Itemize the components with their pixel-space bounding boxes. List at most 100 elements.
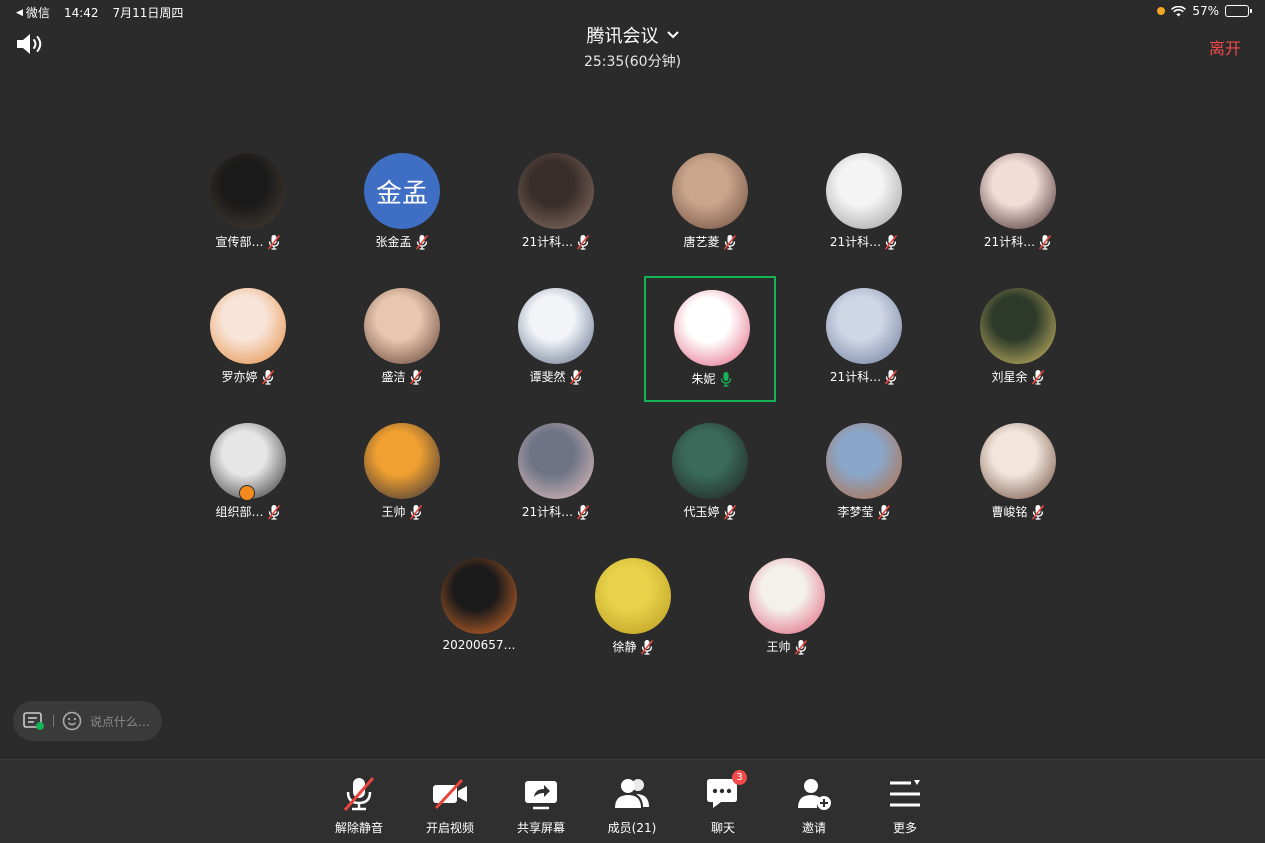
- avatar: [980, 153, 1056, 229]
- avatar: [518, 153, 594, 229]
- meeting-title-dropdown[interactable]: 腾讯会议: [587, 22, 679, 48]
- participant-name: 21计科…: [521, 505, 574, 519]
- participant-name: 刘星余: [991, 370, 1028, 384]
- participant-tile[interactable]: 金孟张金孟: [336, 141, 468, 267]
- participant-name-row: 谭斐然: [490, 368, 622, 385]
- participant-name: 21计科…: [829, 235, 882, 249]
- participant-tile[interactable]: 宣传部…: [182, 141, 314, 267]
- avatar: [441, 558, 517, 634]
- participant-name-row: 宣传部…: [182, 233, 314, 250]
- participant-name: 朱妮: [691, 372, 716, 386]
- more-label: 更多: [892, 821, 917, 835]
- subtitles-icon[interactable]: [23, 711, 45, 731]
- participant-name: 21计科…: [983, 235, 1036, 249]
- participant-tile[interactable]: 代玉婷: [644, 411, 776, 537]
- mic-muted-icon: [1031, 504, 1044, 520]
- participant-name: 21计科…: [829, 370, 882, 384]
- participant-tile[interactable]: 李梦莹: [798, 411, 930, 537]
- divider: [53, 715, 54, 727]
- participant-tile[interactable]: 王帅: [336, 411, 468, 537]
- members-button[interactable]: 成员(21): [592, 774, 672, 836]
- chat-unread-badge: 3: [732, 770, 747, 785]
- invite-button[interactable]: 邀请: [774, 774, 854, 836]
- emoji-icon[interactable]: [62, 711, 82, 731]
- mic-active-icon: [720, 371, 731, 387]
- participant-tile[interactable]: 21计科…: [952, 141, 1084, 267]
- avatar: [980, 288, 1056, 364]
- mic-muted-icon: [409, 504, 422, 520]
- participant-tile[interactable]: 20200657…: [413, 546, 545, 672]
- avatar: [672, 153, 748, 229]
- participant-name-row: 刘星余: [952, 368, 1084, 385]
- participant-name-row: 王帅: [721, 638, 853, 655]
- members-label: 成员(21): [607, 821, 657, 835]
- participant-name-row: 王帅: [336, 503, 468, 520]
- participant-name-row: 曹峻铭: [952, 503, 1084, 520]
- invite-label: 邀请: [801, 821, 826, 835]
- avatar: [364, 288, 440, 364]
- share-screen-button[interactable]: 共享屏幕: [501, 774, 581, 836]
- more-button[interactable]: 更多: [865, 774, 945, 836]
- start-video-label: 开启视频: [425, 821, 474, 835]
- participant-name: 宣传部…: [215, 235, 264, 249]
- participant-tile[interactable]: 21计科…: [798, 276, 930, 402]
- mic-muted-icon: [1039, 234, 1052, 250]
- avatar: [518, 288, 594, 364]
- participant-tile[interactable]: 朱妮: [644, 276, 776, 402]
- avatar: [674, 290, 750, 366]
- mic-muted-icon: [794, 639, 807, 655]
- participant-tile[interactable]: 谭斐然: [490, 276, 622, 402]
- participant-tile[interactable]: 曹峻铭: [952, 411, 1084, 537]
- participant-tile[interactable]: 21计科…: [490, 411, 622, 537]
- unmute-label: 解除静音: [334, 821, 383, 835]
- host-badge-icon: [239, 485, 255, 501]
- mic-muted-icon: [577, 504, 590, 520]
- mic-muted-icon: [640, 639, 653, 655]
- participant-name-row: 盛洁: [336, 368, 468, 385]
- avatar: [826, 153, 902, 229]
- leave-button[interactable]: 离开: [1209, 35, 1241, 59]
- start-video-button[interactable]: 开启视频: [410, 774, 490, 836]
- participant-tile[interactable]: 徐静: [567, 546, 699, 672]
- participant-tile[interactable]: 组织部…: [182, 411, 314, 537]
- participant-name: 盛洁: [381, 370, 406, 384]
- participant-name: 张金孟: [375, 235, 412, 249]
- participant-name-row: 21计科…: [490, 233, 622, 250]
- mic-muted-icon: [415, 234, 428, 250]
- participant-tile[interactable]: 刘星余: [952, 276, 1084, 402]
- chat-placeholder: 说点什么…: [90, 714, 151, 729]
- more-menu-icon: [890, 780, 920, 807]
- chevron-down-icon: [666, 31, 679, 39]
- avatar: [210, 288, 286, 364]
- participant-name-row: 唐艺菱: [644, 233, 776, 250]
- mic-muted-icon: [261, 369, 274, 385]
- participant-tile[interactable]: 罗亦婷: [182, 276, 314, 402]
- mic-muted-icon: [723, 234, 736, 250]
- avatar: [595, 558, 671, 634]
- meeting-window: ◀ 微信 14:42 7月11日周四 57% 腾讯会议 25:35(60分钟) …: [0, 0, 1265, 843]
- participant-name: 谭斐然: [529, 370, 566, 384]
- participant-tile[interactable]: 唐艺菱: [644, 141, 776, 267]
- participant-name-row: 21计科…: [798, 368, 930, 385]
- participant-tile[interactable]: 21计科…: [798, 141, 930, 267]
- participant-tile[interactable]: 21计科…: [490, 141, 622, 267]
- unmute-button[interactable]: 解除静音: [319, 774, 399, 836]
- invite-icon: [798, 779, 831, 810]
- chat-button[interactable]: 3 聊天: [683, 770, 763, 836]
- mic-muted-icon: [1031, 369, 1044, 385]
- chat-quick-input[interactable]: 说点什么…: [13, 701, 162, 741]
- participant-name: 组织部…: [215, 505, 264, 519]
- meeting-title: 腾讯会议: [586, 26, 659, 47]
- participant-name-row: 组织部…: [182, 503, 314, 520]
- mic-muted-icon: [885, 234, 898, 250]
- participant-name: 21计科…: [521, 235, 574, 249]
- avatar: 金孟: [364, 153, 440, 229]
- mic-muted-icon: [267, 504, 280, 520]
- avatar: [826, 423, 902, 499]
- participant-name-row: 徐静: [567, 638, 699, 655]
- share-screen-icon: [525, 781, 557, 810]
- participant-tile[interactable]: 王帅: [721, 546, 853, 672]
- share-screen-label: 共享屏幕: [516, 821, 565, 835]
- participant-name: 唐艺菱: [683, 235, 720, 249]
- participant-tile[interactable]: 盛洁: [336, 276, 468, 402]
